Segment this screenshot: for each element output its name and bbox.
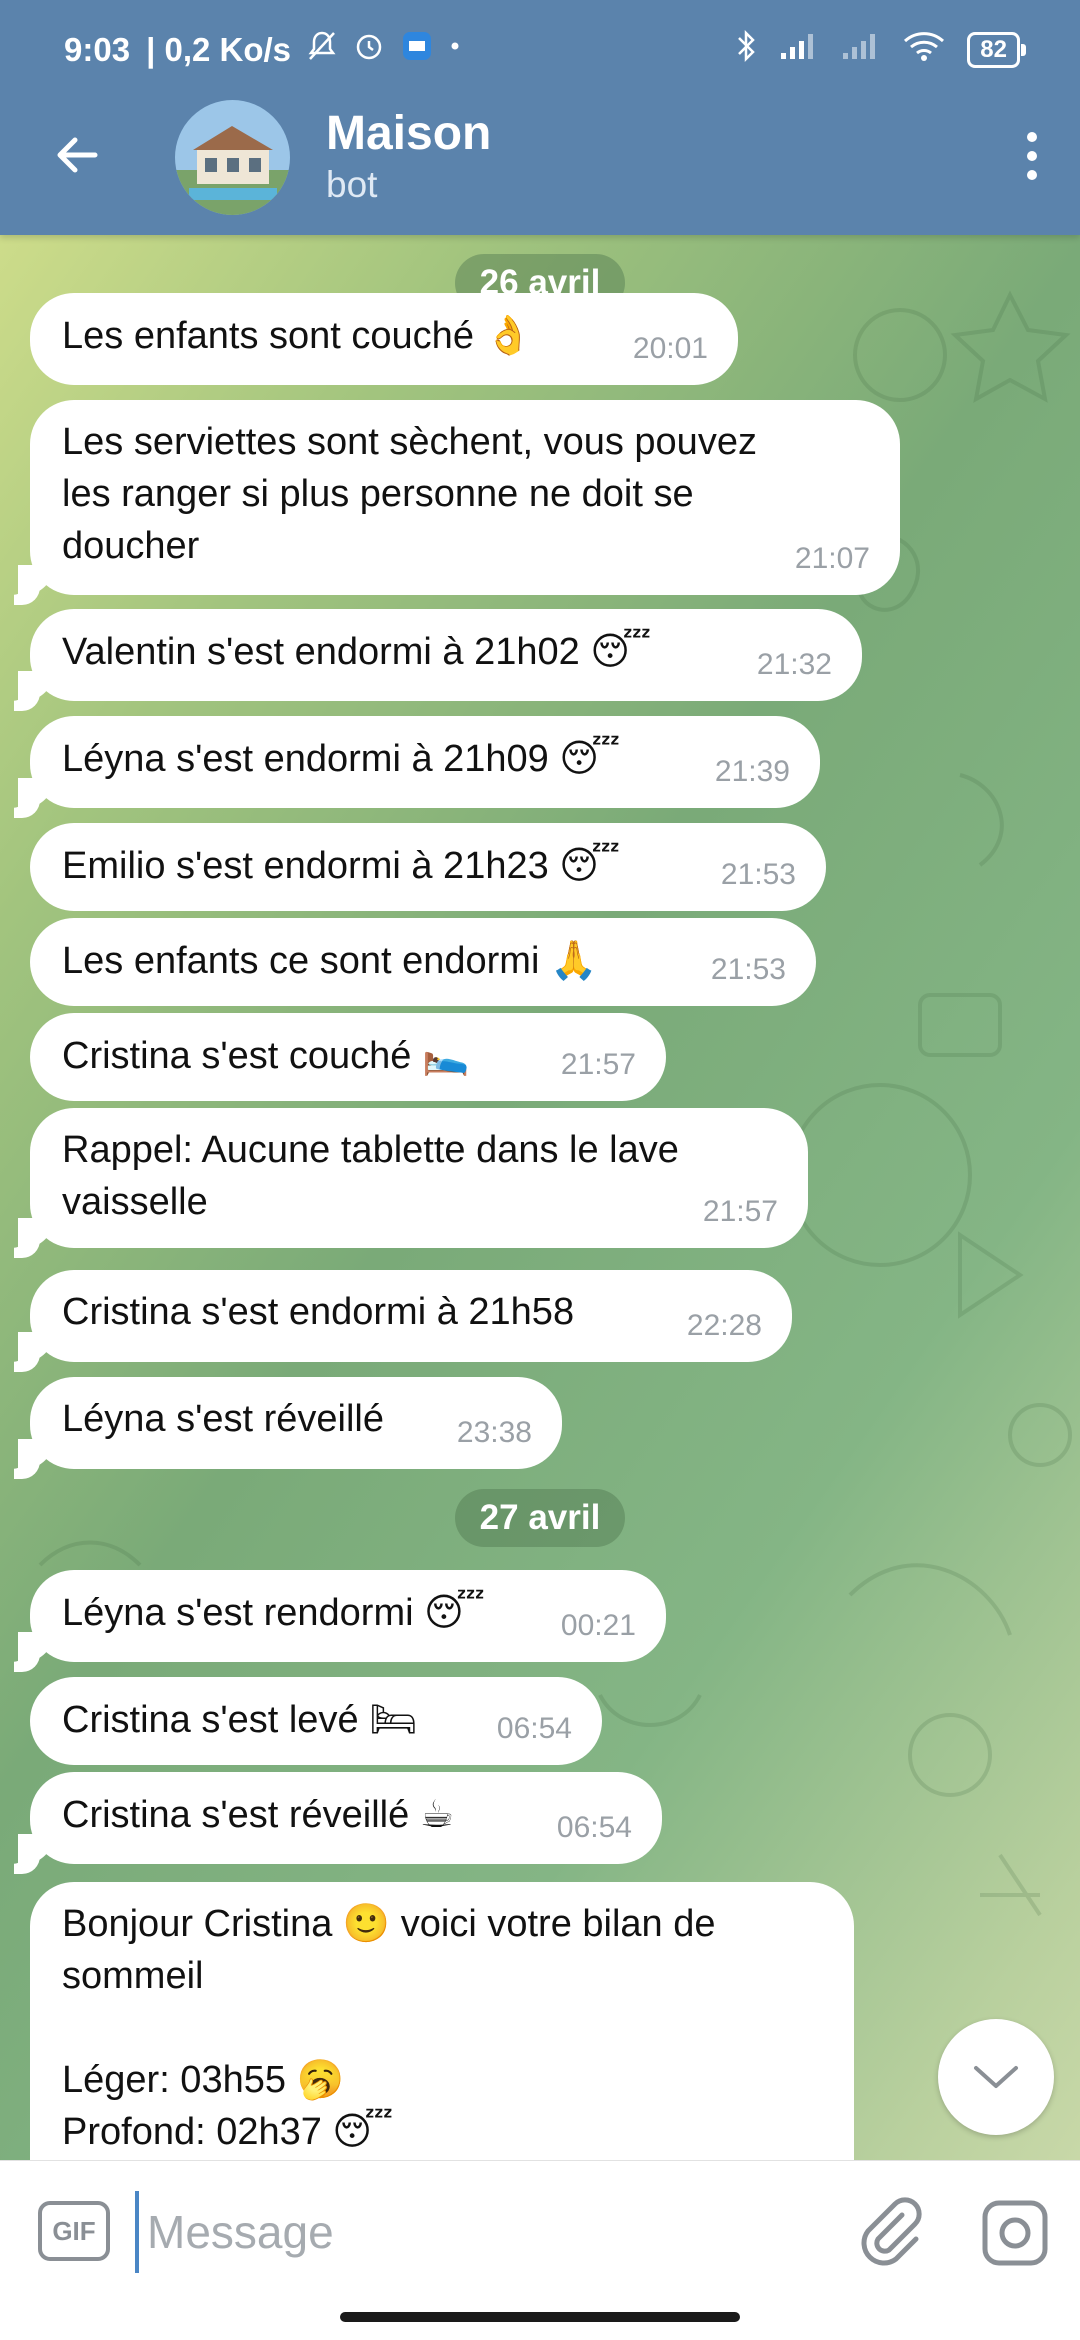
status-bar: 9:03 | 0,2 Ko/s 82 <box>0 0 1080 100</box>
dot-icon <box>449 30 461 70</box>
message-time: 00:21 <box>560 1609 636 1642</box>
message-text: Cristina s'est réveillé <box>62 1794 410 1836</box>
message-bubble[interactable]: Léyna s'est endormi à 21h09 😴 21:39 <box>18 716 820 808</box>
coffee-emoji: ☕ <box>419 1792 454 1836</box>
avatar[interactable] <box>175 100 290 215</box>
message-bubble[interactable]: Les enfants ce sont endormi 🙏 21:53 <box>30 918 816 1006</box>
bell-off-icon <box>307 30 337 70</box>
attach-button[interactable] <box>850 2193 930 2273</box>
message-text: Bonjour Cristina 🙂 voici votre bilan de … <box>62 1903 716 2153</box>
message-time: 06:54 <box>556 1811 632 1844</box>
battery-indicator: 82 <box>967 32 1026 68</box>
message-time: 21:57 <box>702 1195 778 1228</box>
home-indicator[interactable] <box>340 2312 740 2322</box>
message-time: 20:01 <box>632 332 708 365</box>
message-text: Cristina s'est endormi à 21h58 <box>62 1291 575 1333</box>
message-text: Cristina s'est levé <box>62 1699 359 1741</box>
message-bubble[interactable]: Cristina s'est levé 🛏 06:54 <box>30 1677 602 1765</box>
wifi-icon <box>903 30 945 70</box>
message-bubble[interactable]: Léyna s'est rendormi 😴 00:21 <box>18 1570 666 1662</box>
sleeping-emoji: 😴 <box>590 629 652 673</box>
message-text: Cristina s'est couché <box>62 1035 412 1077</box>
message-text: Les serviettes sont sèchent, vous pouvez… <box>62 421 757 567</box>
message-text: Les enfants sont couché <box>62 315 474 357</box>
arrow-left-icon <box>57 137 98 173</box>
message-time: 21:57 <box>560 1048 636 1081</box>
alarm-icon <box>353 30 385 70</box>
ok-hand-emoji: 👌 <box>484 313 532 357</box>
status-time: 9:03 <box>64 31 131 68</box>
gif-button[interactable]: GIF <box>38 2201 110 2261</box>
message-text: Rappel: Aucune tablette dans le lave vai… <box>62 1129 679 1223</box>
message-bubble[interactable]: Léyna s'est réveillé 23:38 <box>18 1377 562 1469</box>
more-options-button[interactable] <box>1004 118 1060 194</box>
message-bubble[interactable]: Valentin s'est endormi à 21h02 😴 21:32 <box>18 609 862 701</box>
camera-button[interactable] <box>975 2193 1055 2273</box>
message-time: 06:54 <box>496 1712 572 1745</box>
message-text: Léyna s'est endormi à 21h09 <box>62 738 549 780</box>
message-time: 21:39 <box>714 755 790 788</box>
message-text: Les enfants ce sont endormi <box>62 940 540 982</box>
chat-title[interactable]: Maison <box>326 106 491 161</box>
back-button[interactable] <box>44 122 110 188</box>
message-time: 21:32 <box>756 648 832 681</box>
network-speed: | 0,2 Ko/s <box>146 31 292 68</box>
message-text: Emilio s'est endormi à 21h23 <box>62 845 549 887</box>
chat-header: Maison bot <box>0 100 1080 235</box>
message-time: 21:53 <box>720 858 796 891</box>
message-bubble[interactable]: Emilio s'est endormi à 21h23 😴 21:53 <box>30 823 826 911</box>
signal-icon <box>841 31 881 69</box>
signal-icon <box>779 31 819 69</box>
message-text: Léyna s'est réveillé <box>62 1398 384 1440</box>
sleeping-emoji: 😴 <box>559 736 621 780</box>
message-time: 21:53 <box>710 953 786 986</box>
message-bubble[interactable]: Bonjour Cristina 🙂 voici votre bilan de … <box>30 1882 854 2160</box>
message-bubble[interactable]: Rappel: Aucune tablette dans le lave vai… <box>18 1108 808 1248</box>
message-text: Valentin s'est endormi à 21h02 <box>62 631 580 673</box>
system-nav-bar <box>0 2300 1080 2340</box>
chevron-down-icon <box>974 2066 1018 2088</box>
app-header: 9:03 | 0,2 Ko/s 82 Maison bot <box>0 0 1080 235</box>
more-vert-icon <box>1027 132 1037 142</box>
message-input[interactable] <box>135 2191 829 2273</box>
message-text: Léyna s'est rendormi <box>62 1592 414 1634</box>
chat-area[interactable]: 26 avril Les enfants sont couché 👌 20:01… <box>0 235 1080 2160</box>
message-bubble[interactable]: Cristina s'est réveillé ☕ 06:54 <box>18 1772 662 1864</box>
message-time: 22:28 <box>686 1309 762 1342</box>
bed-emoji: 🛏 <box>369 1697 418 1741</box>
chat-subtitle: bot <box>326 164 378 205</box>
bed-emoji: 🛌 <box>421 1033 470 1077</box>
scroll-down-button[interactable] <box>938 2019 1054 2135</box>
message-time: 21:07 <box>794 542 870 575</box>
message-time: 23:38 <box>456 1416 532 1449</box>
date-separator: 27 avril <box>455 1489 625 1547</box>
message-bubble[interactable]: Cristina s'est couché 🛌 21:57 <box>30 1013 666 1101</box>
folded-hands-emoji: 🙏 <box>549 938 598 982</box>
message-bubble[interactable]: Les enfants sont couché 👌 20:01 <box>30 293 738 385</box>
message-bubble[interactable]: Les serviettes sont sèchent, vous pouvez… <box>18 400 900 595</box>
house-photo-icon <box>175 100 290 215</box>
sleeping-emoji: 😴 <box>559 843 621 887</box>
camera-icon <box>982 2200 1048 2266</box>
bluetooth-icon <box>735 29 757 71</box>
app-notification-icon <box>401 30 433 70</box>
paperclip-icon <box>861 2197 922 2266</box>
message-composer: GIF <box>0 2160 1080 2301</box>
sleeping-emoji: 😴 <box>424 1590 486 1634</box>
message-bubble[interactable]: Cristina s'est endormi à 21h58 22:28 <box>18 1270 792 1362</box>
